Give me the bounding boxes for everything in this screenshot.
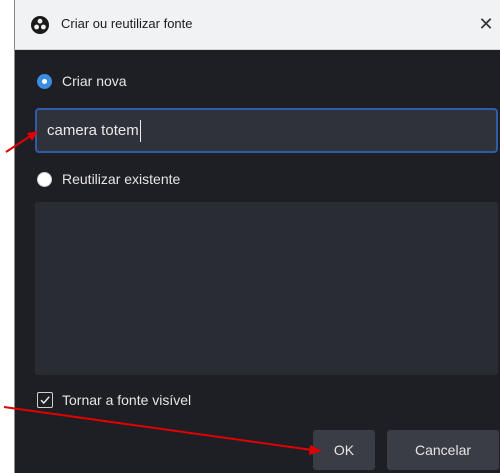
reuse-existing-radio[interactable]: Reutilizar existente xyxy=(37,171,180,187)
create-or-reuse-source-dialog: Criar ou reutilizar fonte ✕ Criar nova c… xyxy=(14,0,500,473)
ok-button[interactable]: OK xyxy=(313,430,375,470)
close-button[interactable]: ✕ xyxy=(471,8,500,40)
obs-logo-icon xyxy=(31,16,49,34)
radio-unchecked-icon xyxy=(37,171,52,187)
cancel-button[interactable]: Cancelar xyxy=(387,430,499,470)
existing-sources-list[interactable] xyxy=(35,202,498,375)
create-new-label: Criar nova xyxy=(62,73,127,89)
text-caret xyxy=(139,120,141,143)
window-title: Criar ou reutilizar fonte xyxy=(61,16,193,31)
make-source-visible-checkbox[interactable]: Tornar a fonte visível xyxy=(37,392,191,408)
source-name-value: camera totem xyxy=(47,122,139,139)
close-icon: ✕ xyxy=(478,14,494,34)
reuse-existing-label: Reutilizar existente xyxy=(62,171,181,187)
source-name-input[interactable]: camera totem xyxy=(35,108,498,153)
checkbox-checked-icon xyxy=(37,392,53,408)
create-new-radio[interactable]: Criar nova xyxy=(37,73,127,89)
radio-checked-icon xyxy=(37,73,52,89)
title-bar[interactable]: Criar ou reutilizar fonte ✕ xyxy=(15,0,500,50)
make-source-visible-label: Tornar a fonte visível xyxy=(62,392,192,408)
